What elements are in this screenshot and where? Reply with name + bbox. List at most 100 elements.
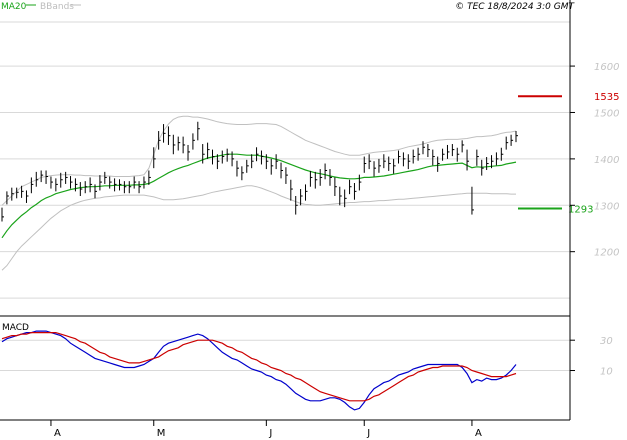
- ohlc-bar: [471, 186, 474, 215]
- ohlc-bar: [177, 136, 181, 151]
- ohlc-bar: [324, 163, 328, 180]
- macd-title: MACD: [2, 323, 29, 333]
- ohlc-bar: [305, 184, 308, 201]
- ohlc-bar: [40, 170, 44, 183]
- price-gridlines: [0, 21, 570, 299]
- ohlc-bar: [368, 154, 372, 170]
- stock-chart: 1535 1293 1200 1300 1400 1500 1600 10 30 A M J J A…: [0, 0, 619, 439]
- price-ytick-label: 1600: [594, 62, 619, 73]
- ohlc-bar: [290, 179, 293, 201]
- xtick-label: A: [54, 428, 61, 439]
- ohlc-bar: [309, 170, 313, 187]
- ohlc-bar: [99, 175, 102, 191]
- xtick-label: J: [366, 428, 370, 439]
- ohlc-bar: [21, 185, 24, 198]
- ohlc-bar: [192, 133, 195, 150]
- ohlc-bar: [329, 169, 332, 186]
- ohlc-bar: [432, 149, 435, 166]
- bbands-upper-line: [1, 115, 517, 206]
- ohlc-bar: [280, 162, 284, 179]
- ohlc-bar: [187, 144, 191, 161]
- ohlc-bar: [339, 186, 342, 206]
- ohlc-bar: [50, 176, 53, 189]
- ohlc-bar: [167, 126, 171, 145]
- ohlc-bar: [123, 181, 127, 194]
- ohlc-bar: [221, 150, 225, 164]
- ohlc-bar: [128, 181, 132, 194]
- ohlc-bar: [427, 144, 430, 158]
- macd-panel: 10 30: [0, 330, 613, 411]
- ohlc-bar: [163, 124, 166, 143]
- ohlc-bar: [270, 158, 274, 175]
- ohlc-bar: [211, 149, 215, 165]
- ohlc-bar: [84, 181, 88, 194]
- ohlc-bar: [510, 134, 514, 146]
- legend-ma20: MA20: [1, 2, 27, 12]
- ohlc-bar: [398, 150, 401, 164]
- ohlc-bar: [358, 174, 362, 191]
- ohlc-bar: [446, 144, 450, 159]
- bollinger-bands: [1, 115, 517, 271]
- ohlc-bar: [143, 176, 146, 189]
- xtick-label: J: [268, 428, 272, 439]
- ohlc-bar: [25, 190, 29, 203]
- ohlc-bar: [109, 176, 112, 189]
- resistance-level-label: 1535: [594, 92, 619, 103]
- price-ytick-label: 1200: [594, 248, 619, 259]
- ohlc-bar: [505, 136, 509, 150]
- legend-bbands: BBands: [40, 2, 74, 12]
- ohlc-bar: [182, 136, 186, 154]
- ohlc-bar: [495, 152, 499, 166]
- ohlc-bar: [158, 131, 161, 150]
- ohlc-bar: [260, 150, 264, 165]
- ohlc-bar: [55, 178, 58, 192]
- ohlc-bar: [138, 181, 142, 194]
- bbands-lower-line: [1, 185, 516, 271]
- ohlc-bar: [295, 196, 298, 215]
- ohlc-bar: [226, 148, 230, 162]
- ohlc-bar: [353, 183, 357, 200]
- macd-gridlines: [0, 339, 570, 372]
- ohlc-bar: [402, 152, 406, 167]
- ohlc-bar: [461, 140, 465, 153]
- ohlc-bar: [114, 178, 117, 192]
- macd-ytick-label: 10: [600, 367, 613, 378]
- ohlc-bar: [407, 154, 411, 170]
- ohlc-bar: [104, 171, 107, 184]
- ohlc-bar: [285, 167, 288, 184]
- ohlc-bar: [319, 169, 323, 186]
- ohlc-bar: [70, 176, 73, 189]
- ohlc-bar: [383, 154, 386, 169]
- ohlc-bar: [451, 144, 455, 157]
- ohlc-bar: [344, 189, 347, 208]
- ohlc-bar: [236, 160, 239, 177]
- ohlc-bar: [11, 187, 14, 201]
- ohlc-bar: [515, 131, 518, 143]
- ohlc-bar: [172, 134, 176, 155]
- ohlc-bar: [79, 182, 83, 196]
- support-level-label: 1293: [568, 205, 593, 216]
- ohlc-bar: [89, 177, 93, 193]
- ohlc-bar: [241, 166, 244, 181]
- ohlc-bar: [246, 159, 249, 173]
- signal-series-line: [1, 332, 517, 402]
- ohlc-bar: [133, 176, 137, 189]
- ohlc-bar: [118, 179, 122, 191]
- ohlc-bar: [207, 142, 210, 159]
- ohlc-bar: [476, 149, 479, 166]
- ohlc-bar: [45, 170, 49, 184]
- macd-y-axis: 10 30: [570, 336, 613, 378]
- ohlc-bar: [334, 177, 337, 196]
- ohlc-bar: [6, 191, 9, 205]
- copyright-text: © TEC 18/8/2024 3:0 GMT: [455, 2, 575, 12]
- ohlc-bar: [466, 149, 470, 171]
- ohlc-bar: [251, 154, 254, 169]
- ohlc-bar: [373, 161, 377, 177]
- ohlc-bar: [393, 158, 396, 174]
- ohlc-bar: [65, 171, 68, 184]
- ohlc-bar: [300, 189, 303, 206]
- ohlc-bar: [456, 147, 460, 162]
- ohlc-bar: [1, 207, 4, 222]
- ohlc-bar: [30, 177, 34, 194]
- xtick-label: A: [475, 428, 482, 439]
